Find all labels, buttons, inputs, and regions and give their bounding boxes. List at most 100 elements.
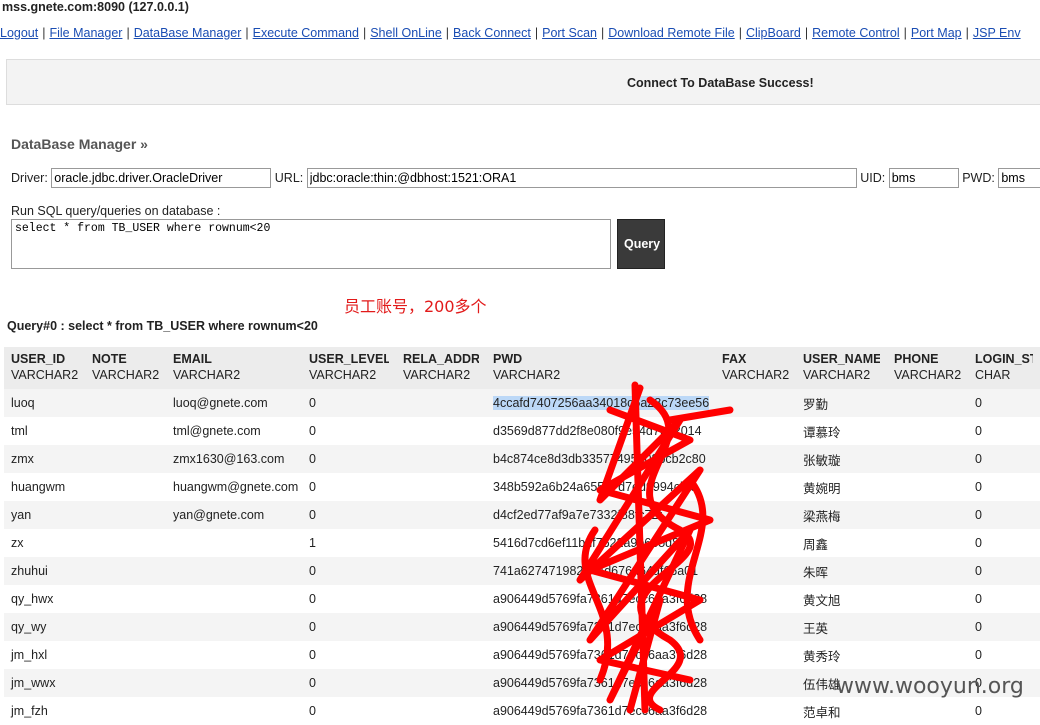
table-cell: 0: [968, 613, 1040, 641]
table-cell: zmx: [4, 445, 85, 473]
nav-link-remote-control[interactable]: Remote Control: [812, 26, 900, 40]
nav-link-file-manager[interactable]: File Manager: [49, 26, 122, 40]
cell-text: 1: [309, 536, 316, 550]
table-cell: [85, 669, 166, 697]
table-cell: a906449d5769fa7361d7ecc6aa3f6d28: [486, 641, 715, 669]
column-name: RELA_ADDR: [403, 352, 479, 366]
table-cell: [85, 417, 166, 445]
cell-text: huangwm: [11, 480, 66, 494]
nav-link-clipboard[interactable]: ClipBoard: [746, 26, 801, 40]
cell-text: d3569d877dd2f8e080f9e54d7e52014: [493, 424, 702, 438]
nav-separator: |: [126, 26, 130, 40]
table-cell: [85, 613, 166, 641]
table-cell: 0: [302, 669, 396, 697]
table-cell: [396, 585, 486, 613]
sql-textarea[interactable]: select * from TB_USER where rownum<20: [11, 219, 611, 269]
table-cell: 0: [968, 417, 1040, 445]
column-header-email: EMAIL VARCHAR2: [166, 347, 302, 389]
table-cell: [396, 613, 486, 641]
table-row: yan yan@gnete.com 0 d4cf2ed77af9a7e7332f88f…: [4, 501, 1040, 529]
table-cell: [715, 473, 796, 501]
nav-link-execute-command[interactable]: Execute Command: [253, 26, 359, 40]
cell-text: 348b592a6b24a65587d7ed9994cba: [493, 480, 694, 494]
table-cell: [396, 697, 486, 725]
table-cell: a906449d5769fa7361d7ecc6aa3f6d28: [486, 585, 715, 613]
table-cell: [887, 641, 968, 669]
cell-text: a906449d5769fa7361d7ecc6aa3f6d28: [493, 620, 708, 634]
table-cell: [85, 641, 166, 669]
cell-text: luoq@gnete.com: [173, 396, 268, 410]
cell-text: huangwm@gnete.com: [173, 480, 299, 494]
cell-text: 罗勤: [803, 397, 829, 412]
table-row: luoq luoq@gnete.com 0 4ccafd7407256aa34018c…: [4, 389, 1040, 417]
table-cell: [887, 389, 968, 417]
nav-link-port-map[interactable]: Port Map: [911, 26, 962, 40]
nav-link-port-scan[interactable]: Port Scan: [542, 26, 597, 40]
table-cell: [887, 501, 968, 529]
table-cell: a906449d5769fa7361d7ecc6aa3f6d28: [486, 697, 715, 725]
uid-label: UID:: [860, 171, 886, 185]
cell-text: 0: [309, 564, 316, 578]
pwd-label: PWD:: [962, 171, 995, 185]
column-header-pwd: PWD VARCHAR2: [486, 347, 715, 389]
table-cell: a906449d5769fa7361d7ecc6aa3f6d28: [486, 669, 715, 697]
table-cell: huangwm: [4, 473, 85, 501]
cell-text: 0: [975, 620, 982, 634]
table-cell: 王英: [796, 613, 887, 641]
table-cell: [887, 529, 968, 557]
column-name: USER_NAME: [803, 352, 880, 366]
cell-text: 0: [975, 564, 982, 578]
column-header-fax: FAX VARCHAR2: [715, 347, 796, 389]
table-cell: yan: [4, 501, 85, 529]
top-nav: Logout | File Manager | DataBase Manager | Exe…: [0, 26, 1040, 46]
nav-link-jsp-env[interactable]: JSP Env: [973, 26, 1021, 40]
table-cell: a906449d5769fa7361d7ecc6aa3f6d28: [486, 613, 715, 641]
nav-link-shell-online[interactable]: Shell OnLine: [370, 26, 442, 40]
table-header-row: USER_ID VARCHAR2 NOTE VARCHAR2 EMAIL VARCHAR2…: [4, 347, 1040, 389]
query-button[interactable]: Query: [617, 219, 665, 269]
nav-separator: |: [903, 26, 907, 40]
table-cell: [887, 613, 968, 641]
column-header-login-sta: LOGIN_STA CHAR: [968, 347, 1040, 389]
window-title: mss.gnete.com:8090 (127.0.0.1): [0, 0, 1040, 18]
cell-text: yan@gnete.com: [173, 508, 265, 522]
table-cell: tml: [4, 417, 85, 445]
column-name: EMAIL: [173, 352, 212, 366]
table-cell: 0: [968, 501, 1040, 529]
cell-text: yan: [11, 508, 32, 522]
table-cell: [85, 529, 166, 557]
cell-text: 黄婉明: [803, 481, 841, 496]
table-cell: 0: [302, 697, 396, 725]
table-cell: 1: [302, 529, 396, 557]
cell-text: a906449d5769fa7361d7ecc6aa3f6d28: [493, 676, 708, 690]
table-row: huangwm huangwm@gnete.com 0 348b592a6b24a65…: [4, 473, 1040, 501]
table-cell: [887, 445, 968, 473]
table-cell: 黄文旭: [796, 585, 887, 613]
driver-input[interactable]: [51, 168, 272, 188]
nav-separator: |: [601, 26, 605, 40]
table-cell: 0: [302, 501, 396, 529]
cell-text: 梁燕梅: [803, 509, 841, 524]
table-cell: 5416d7cd6ef11bdf7622a9b6b5d84: [486, 529, 715, 557]
table-cell: 范卓和: [796, 697, 887, 725]
table-cell: [715, 613, 796, 641]
uid-input[interactable]: [888, 168, 959, 188]
nav-link-back-connect[interactable]: Back Connect: [453, 26, 531, 40]
column-type: VARCHAR2: [803, 368, 871, 382]
nav-link-database-manager[interactable]: DataBase Manager: [134, 26, 242, 40]
nav-link-download-remote-file[interactable]: Download Remote File: [608, 26, 734, 40]
table-cell: [715, 669, 796, 697]
table-cell: [887, 557, 968, 585]
table-cell: [85, 557, 166, 585]
pwd-input[interactable]: [998, 168, 1040, 188]
cell-text: 周鑫: [803, 537, 829, 552]
url-input[interactable]: [306, 168, 857, 188]
table-cell: [166, 557, 302, 585]
table-cell: [85, 389, 166, 417]
nav-link-logout[interactable]: Logout: [0, 26, 38, 40]
table-cell: 张敏璇: [796, 445, 887, 473]
table-cell: huangwm@gnete.com: [166, 473, 302, 501]
cell-text: d4cf2ed77af9a7e7332f88fc72f: [493, 508, 662, 522]
table-cell: 罗勤: [796, 389, 887, 417]
table-cell: [715, 389, 796, 417]
